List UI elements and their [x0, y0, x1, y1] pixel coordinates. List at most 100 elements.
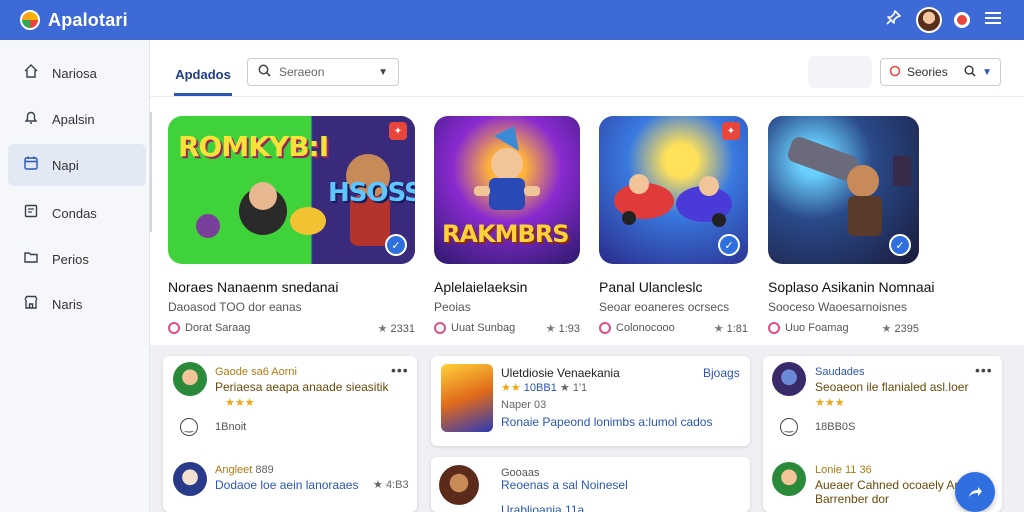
top-bar: Apalotari — [0, 0, 1024, 40]
search-input[interactable]: Seraeon ▼ — [247, 58, 399, 86]
game-card[interactable]: RAKMBRS Aplelaielaeksin Peoias Uuat Sunb… — [434, 116, 580, 335]
game-thumbnail[interactable] — [441, 364, 493, 432]
game-thumbnail[interactable]: ✦ ✓ — [599, 116, 748, 264]
pin-icon[interactable] — [882, 9, 904, 31]
card-meta: Colonocooo ★ 1:81 — [599, 322, 748, 335]
hot-badge-icon: ✦ — [389, 122, 407, 140]
more-options-icon[interactable]: ••• — [975, 362, 993, 378]
sidebar-item-label: Condas — [52, 205, 97, 221]
share-button[interactable] — [955, 472, 995, 512]
game-thumbnail[interactable]: ROMKYB:I HSOSS ✦ ✓ — [168, 116, 415, 264]
star-icon: ★ — [377, 322, 388, 335]
developer-icon — [168, 322, 180, 334]
post-text: Dodaoe loe aein lanoraaes — [215, 478, 359, 492]
game-art-subtitle: HSOSS — [328, 178, 415, 208]
user-avatar[interactable] — [916, 7, 942, 33]
hot-badge-icon: ✦ — [722, 122, 740, 140]
avatar[interactable] — [772, 462, 806, 496]
menu-icon[interactable] — [982, 10, 1004, 31]
verified-check-icon: ✓ — [889, 234, 911, 256]
card-developer: Uuat Sunbag — [451, 322, 516, 334]
card-rating: ★ 1:93 — [546, 322, 580, 335]
rating-value: 1:81 — [726, 322, 748, 335]
document-icon — [22, 203, 40, 223]
post-text: Reoenas a sal Noinesel — [501, 478, 628, 492]
sidebar-item-label: Nariosa — [52, 65, 97, 81]
sidebar-item-naris[interactable]: Naris — [8, 283, 146, 325]
game-art-title: ROMKYB:I — [178, 130, 329, 163]
tab-apdados[interactable]: Apdados — [174, 56, 232, 96]
game-card[interactable]: ✦ ✓ Panal Ulancleslc Seoar eoaneres ocrs… — [599, 116, 748, 335]
feed-post[interactable]: Uletdiosie Venaekania Bjoags ★★ 10BB1 ★ … — [431, 356, 750, 446]
game-art-title: RAKMBRS — [442, 220, 570, 248]
post-text: Aueaer Cahned ocoaely Aneu — [815, 478, 975, 492]
notification-icon[interactable] — [954, 12, 970, 28]
post-author[interactable]: Angleet 889 — [215, 464, 274, 476]
more-options-icon[interactable]: ••• — [391, 362, 409, 378]
star-icon: ★ — [545, 322, 556, 335]
star-icon: ★ — [373, 479, 383, 491]
post-link[interactable]: Urablioania 11a — [501, 503, 584, 512]
sidebar-item-label: Naris — [52, 296, 83, 312]
card-meta: Uuo Foamag ★ 2395 — [768, 322, 919, 335]
home-icon — [22, 63, 40, 83]
card-meta: Uuat Sunbag ★ 1:93 — [434, 322, 580, 335]
game-thumbnail[interactable]: RAKMBRS — [434, 116, 580, 264]
avatar[interactable] — [173, 362, 207, 396]
developer-icon — [599, 322, 611, 334]
smile-icon[interactable]: ‿ — [780, 418, 798, 436]
post-author[interactable]: Gaode sa6 Aorni — [215, 366, 297, 378]
chevron-down-icon[interactable]: ▼ — [982, 67, 992, 78]
game-thumbnail[interactable]: ✓ — [768, 116, 919, 264]
verified-check-icon: ✓ — [718, 234, 740, 256]
developer-icon — [434, 322, 446, 334]
game-card[interactable]: ✓ Soplaso Asikanin Nomnaai Sooceso Waoes… — [768, 116, 935, 335]
card-rating: ★ 2395 — [882, 322, 919, 335]
series-filter[interactable]: Seories ▼ — [880, 58, 1001, 86]
reaction-count: 18BB0S — [815, 421, 856, 433]
sidebar-item-napi[interactable]: Napi — [8, 144, 146, 186]
sidebar-item-apalsin[interactable]: Apalsin — [8, 98, 146, 140]
feed-post[interactable]: Gooaas Reoenas a sal Noinesel Urablioani… — [431, 457, 750, 512]
post-stars: ★★ 10BB1 ★ 1'1 — [501, 381, 587, 394]
card-rating: ★ 1:81 — [714, 322, 748, 335]
star-icon: ★ — [559, 382, 570, 394]
scrollbar[interactable] — [150, 112, 152, 232]
post-text: Ronaie Papeond lonimbs a:lumol cados — [501, 415, 713, 429]
chevron-down-icon[interactable]: ▼ — [378, 67, 388, 78]
post-action-link[interactable]: Bjoags — [703, 366, 740, 380]
card-title: Panal Ulancleslc — [599, 279, 703, 295]
search-placeholder: Seraeon — [279, 65, 325, 79]
avatar[interactable] — [439, 465, 479, 505]
card-rating: ★ 2331 — [378, 322, 415, 335]
sidebar-item-label: Napi — [52, 157, 79, 173]
card-title: Noraes Nanaenm snedanai — [168, 279, 339, 295]
card-subtitle: Peoias — [434, 300, 471, 314]
calendar-icon — [22, 155, 40, 175]
folder-icon — [22, 249, 40, 269]
feed-post[interactable]: Gaode sa6 Aorni Periaesa aeapa anaade si… — [163, 356, 417, 512]
card-title: Aplelaielaeksin — [434, 279, 528, 295]
rating-value: 4:B3 — [385, 479, 409, 491]
avatar[interactable] — [772, 362, 806, 396]
verified-check-icon: ✓ — [385, 234, 407, 256]
post-text: Barrenber dor — [815, 492, 890, 506]
empty-button[interactable] — [808, 56, 872, 88]
sidebar-item-condas[interactable]: Condas — [8, 192, 146, 234]
rating-value: 2395 — [894, 322, 919, 335]
store-icon — [22, 294, 40, 314]
card-title: Soplaso Asikanin Nomnaai — [768, 279, 935, 295]
sidebar-item-perios[interactable]: Perios — [8, 238, 146, 280]
author-number: 889 — [255, 464, 274, 476]
post-author[interactable]: Saudades — [815, 366, 865, 378]
search-icon[interactable] — [964, 65, 976, 80]
post-author[interactable]: Lonie 11 36 — [815, 464, 872, 476]
smile-icon[interactable]: ‿ — [180, 418, 198, 436]
avatar[interactable] — [173, 462, 207, 496]
card-subtitle: Seoar eoaneres ocrsecs — [599, 300, 730, 314]
star-icon: ★ — [713, 322, 724, 335]
game-card[interactable]: ROMKYB:I HSOSS ✦ ✓ Noraes Nanaenm snedan… — [168, 116, 415, 335]
stars-number: 1'1 — [572, 382, 588, 394]
search-icon — [258, 64, 271, 80]
sidebar-item-nariosa[interactable]: Nariosa — [8, 52, 146, 94]
